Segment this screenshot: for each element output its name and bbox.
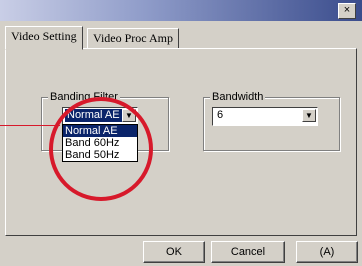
cancel-button[interactable]: Cancel xyxy=(211,241,285,263)
chevron-down-icon[interactable]: ▼ xyxy=(302,109,316,122)
bandwidth-legend: Bandwidth xyxy=(210,91,266,103)
close-button[interactable]: × xyxy=(338,3,356,19)
tab-video-setting[interactable]: Video Setting xyxy=(5,26,83,50)
tab-video-proc-amp[interactable]: Video Proc Amp xyxy=(87,28,179,49)
annotation-circle xyxy=(49,97,153,201)
ok-button[interactable]: OK xyxy=(143,241,205,263)
bandwidth-value: 6 xyxy=(217,109,224,121)
properties-dialog: × Video Setting Video Proc Amp Banding F… xyxy=(0,0,362,266)
annotation-pointer-line xyxy=(0,125,60,126)
title-bar: × xyxy=(0,0,362,21)
apply-button[interactable]: (A) xyxy=(296,241,358,263)
bandwidth-select[interactable]: 6 ▼ xyxy=(212,107,318,126)
close-icon: × xyxy=(343,4,351,16)
